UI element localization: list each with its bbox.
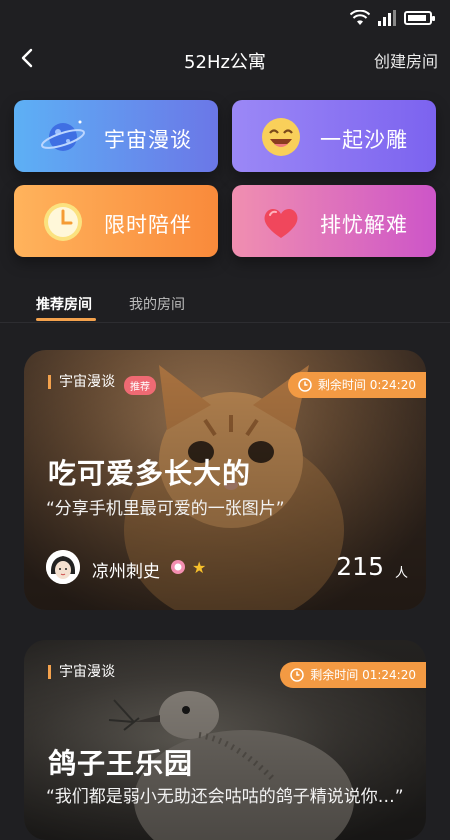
category-label: 限时陪伴	[104, 213, 192, 237]
category-tile-comfort[interactable]: 排忧解难	[232, 185, 436, 257]
laughing-face-icon	[262, 118, 300, 156]
room-title: 鸽子王乐园	[48, 747, 194, 780]
clock-icon	[290, 668, 305, 682]
battery-icon	[404, 11, 435, 25]
room-card[interactable]: 宇宙漫谈 剩余时间 01:24:20 鸽子王乐园 “我们都是弱小无助还会咕咕的鸽…	[24, 640, 426, 840]
category-tile-funny[interactable]: 一起沙雕	[232, 100, 436, 172]
room-card[interactable]: 宇宙漫谈 推荐 剩余时间 0:24:20 吃可爱多长大的 “分享手机里最可爱的一…	[24, 350, 426, 610]
status-bar	[0, 0, 450, 40]
category-label: 排忧解难	[320, 213, 408, 237]
host-avatar[interactable]	[46, 550, 80, 584]
tab-recommended[interactable]: 推荐房间	[36, 294, 92, 314]
level-badge-icon	[171, 560, 185, 574]
member-count-unit: 人	[394, 566, 408, 581]
category-tile-cosmos[interactable]: 宇宙漫谈	[14, 100, 218, 172]
recommend-badge: 推荐	[124, 376, 156, 395]
remaining-time-text: 剩余时间 01:24:20	[310, 668, 416, 682]
tab-my-rooms[interactable]: 我的房间	[129, 294, 185, 314]
remaining-time: 剩余时间 0:24:20	[287, 372, 426, 398]
room-category: 宇宙漫谈	[48, 375, 115, 389]
heart-icon	[264, 208, 298, 238]
planet-icon	[40, 120, 86, 151]
category-tile-company[interactable]: 限时陪伴	[14, 185, 218, 257]
host-name[interactable]: 凉州刺史	[92, 557, 160, 582]
avatar-image	[46, 550, 80, 584]
signal-icon	[378, 10, 396, 26]
status-icons	[350, 10, 435, 26]
wifi-icon	[350, 10, 370, 25]
category-label: 一起沙雕	[320, 128, 408, 152]
remaining-time-text: 剩余时间 0:24:20	[317, 378, 416, 392]
room-tabs: 推荐房间 我的房间	[0, 292, 450, 323]
category-label: 宇宙漫谈	[104, 128, 192, 152]
room-description: “我们都是弱小无助还会咕咕的鸽子精说说你…”	[46, 787, 404, 807]
clock-icon	[298, 378, 312, 392]
clock-icon	[44, 203, 82, 241]
top-bar: 52Hz公寓 创建房间	[0, 40, 450, 78]
active-tab-indicator	[36, 318, 96, 321]
remaining-time: 剩余时间 01:24:20	[280, 662, 426, 688]
create-room-button[interactable]: 创建房间	[374, 48, 438, 72]
room-title: 吃可爱多长大的	[48, 457, 252, 490]
star-icon: ★	[192, 558, 207, 577]
room-description: “分享手机里最可爱的一张图片”	[46, 499, 285, 519]
member-count: 215	[336, 552, 384, 581]
room-category: 宇宙漫谈	[48, 665, 115, 679]
